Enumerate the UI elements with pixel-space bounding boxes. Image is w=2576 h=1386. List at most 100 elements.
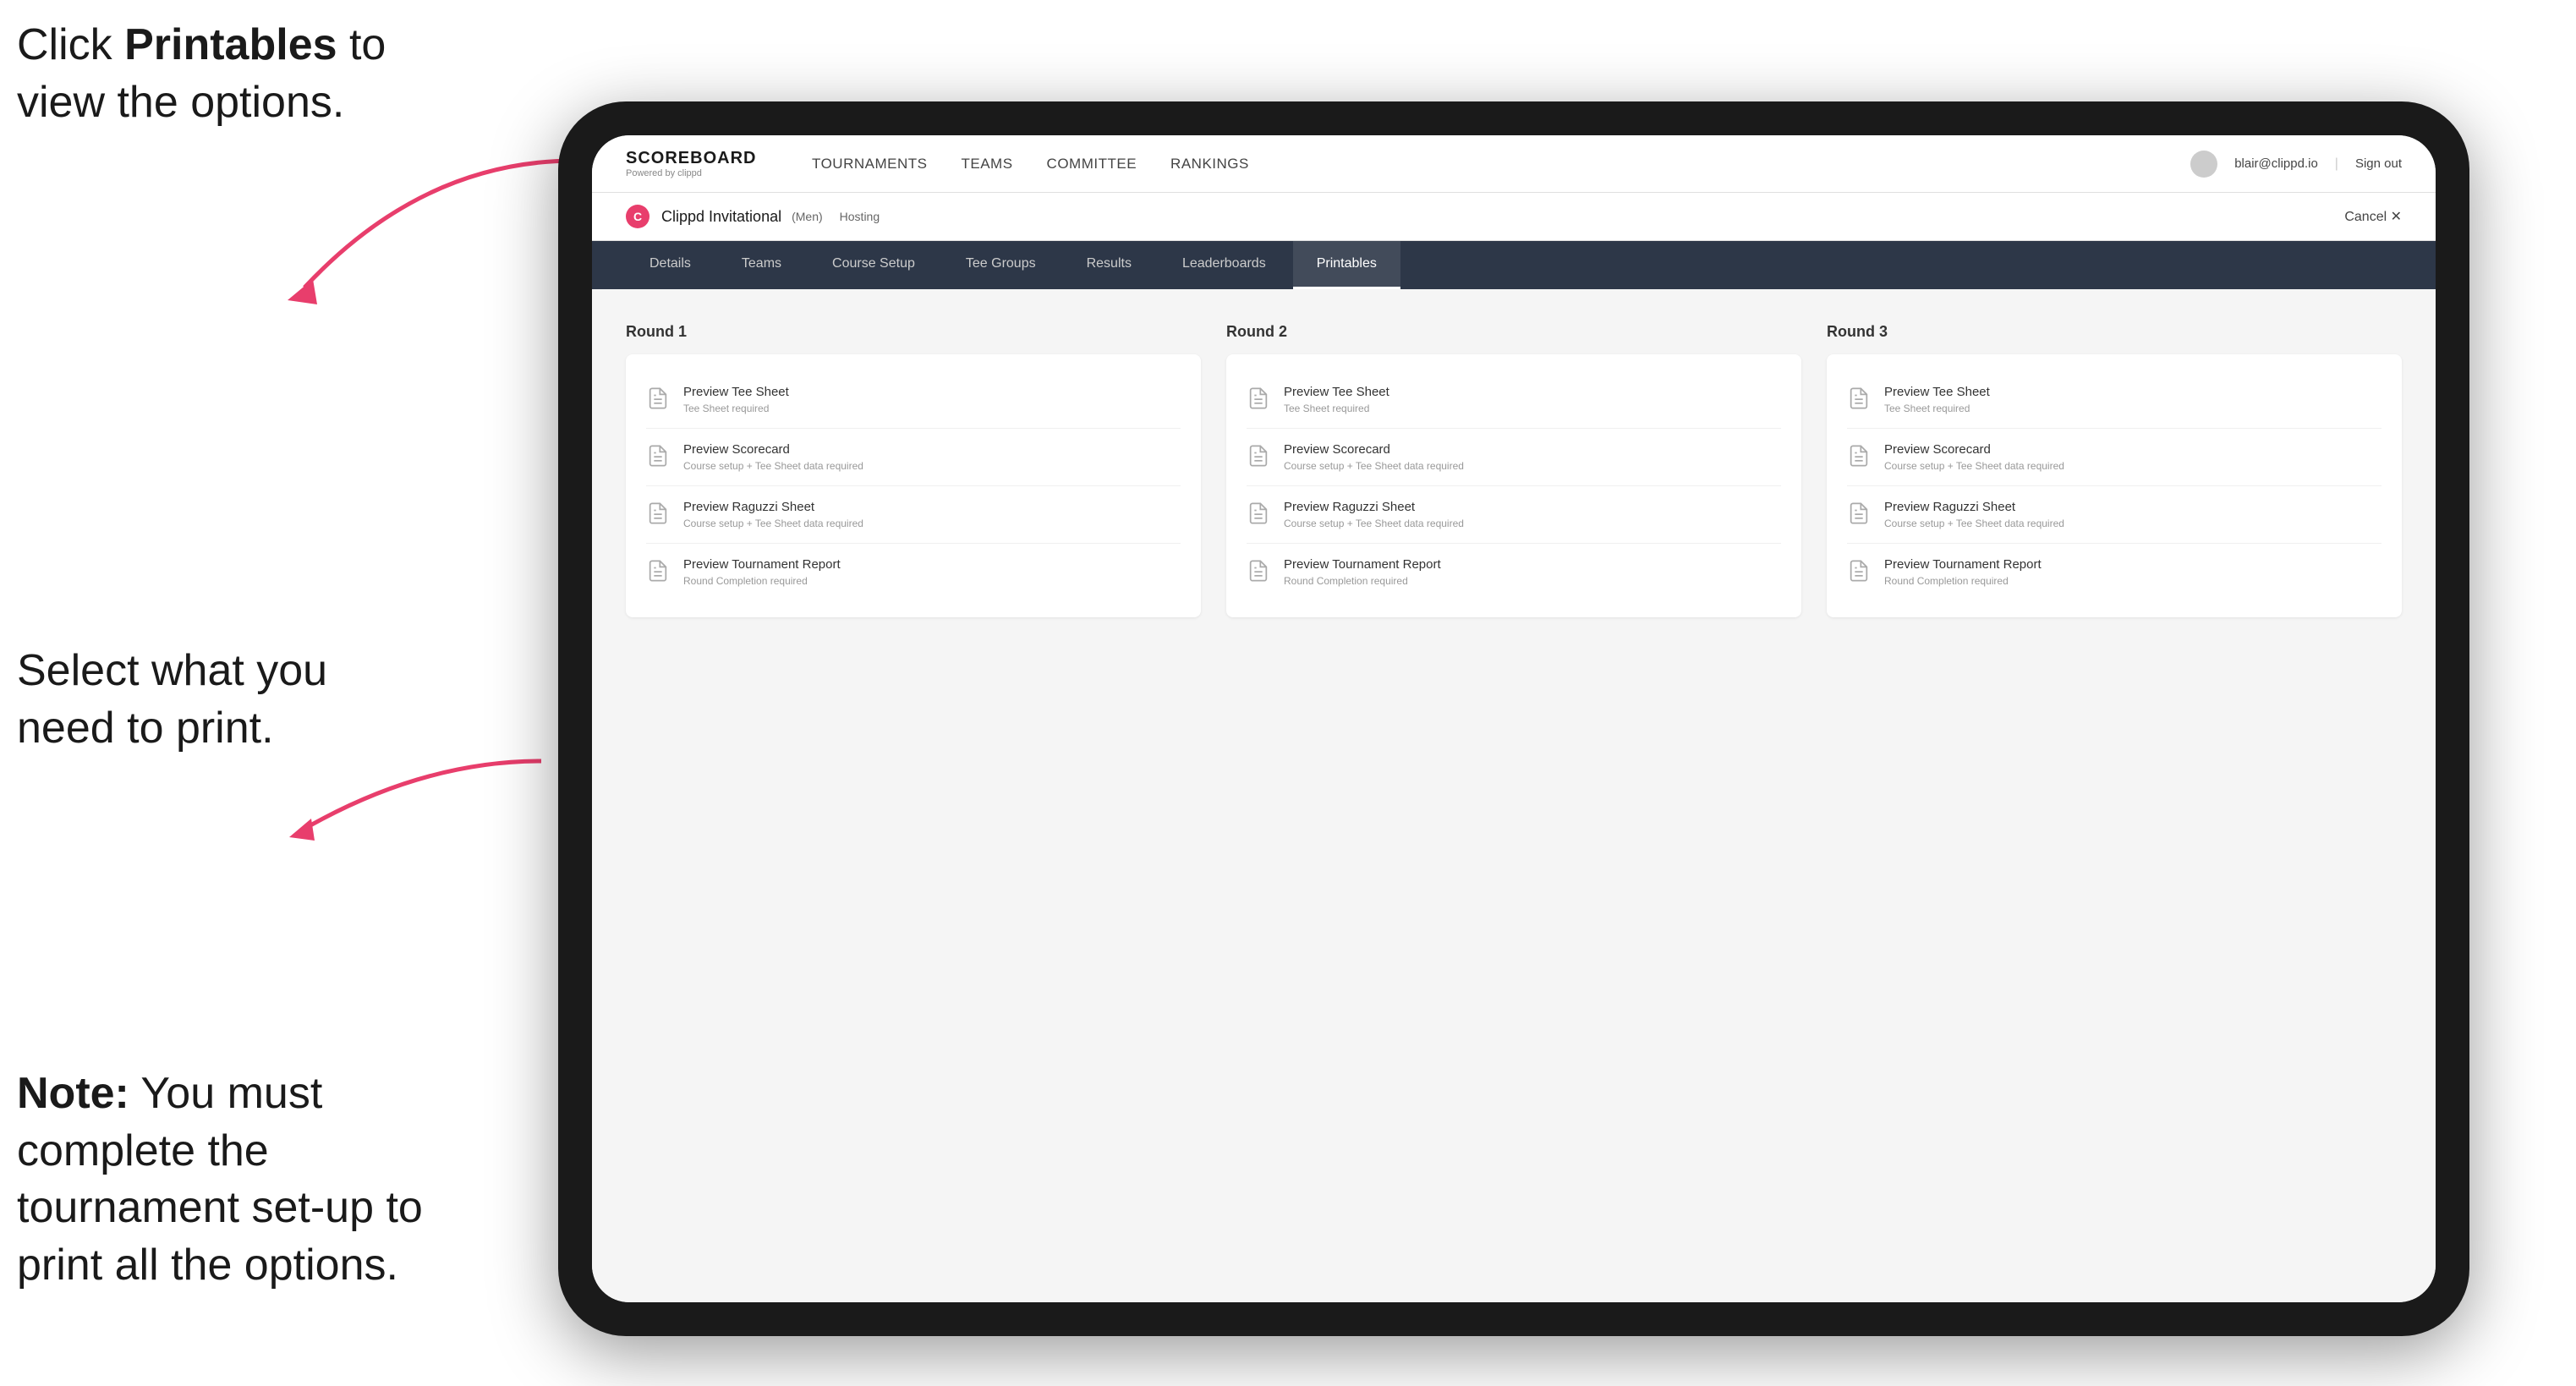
print-item-text: Preview Tournament Report Round Completi… — [683, 557, 841, 587]
arrow-to-printables — [254, 152, 592, 321]
note-bold: Note: — [17, 1069, 129, 1118]
print-item-title: Preview Tournament Report — [683, 557, 841, 572]
nav-tournaments[interactable]: TOURNAMENTS — [812, 151, 927, 178]
round-section-1: Round 1 Preview Tee Sheet Tee Sheet requ… — [626, 323, 1201, 617]
instruction-middle: Select what you need to print. — [17, 643, 327, 757]
print-item-text: Preview Raguzzi Sheet Course setup + Tee… — [683, 500, 863, 529]
print-item-title: Preview Tournament Report — [1884, 557, 2042, 572]
tab-results[interactable]: Results — [1063, 241, 1155, 289]
instruction-top: Click Printables toview the options. — [17, 17, 386, 131]
sub-nav: Details Teams Course Setup Tee Groups Re… — [592, 241, 2436, 289]
instruction-bottom: Note: You must complete the tournament s… — [17, 1066, 491, 1294]
cancel-button[interactable]: Cancel ✕ — [2344, 208, 2402, 225]
nav-committee[interactable]: COMMITTEE — [1047, 151, 1137, 178]
print-item-r3-i4[interactable]: Preview Tournament Report Round Completi… — [1847, 544, 2381, 600]
print-item-sub: Round Completion required — [1884, 575, 2042, 587]
arrow-to-raguzzi — [254, 753, 558, 854]
document-icon — [1847, 559, 1871, 583]
print-item-r3-i1[interactable]: Preview Tee Sheet Tee Sheet required — [1847, 371, 2381, 429]
print-item-r2-i4[interactable]: Preview Tournament Report Round Completi… — [1247, 544, 1781, 600]
print-item-r1-i1[interactable]: Preview Tee Sheet Tee Sheet required — [646, 371, 1181, 429]
document-icon — [646, 444, 670, 468]
top-nav-right: blair@clippd.io | Sign out — [2190, 151, 2402, 178]
print-item-r3-i3[interactable]: Preview Raguzzi Sheet Course setup + Tee… — [1847, 486, 2381, 544]
nav-separator: | — [2335, 156, 2338, 172]
document-icon — [1847, 444, 1871, 468]
document-icon — [1847, 386, 1871, 410]
print-item-text: Preview Scorecard Course setup + Tee She… — [683, 442, 863, 472]
hosting-badge: Hosting — [840, 210, 880, 223]
scoreboard-title: SCOREBOARD — [626, 149, 761, 168]
tab-course-setup[interactable]: Course Setup — [808, 241, 939, 289]
sign-out-link[interactable]: Sign out — [2355, 156, 2402, 171]
print-item-title: Preview Raguzzi Sheet — [1884, 500, 2064, 514]
print-item-sub: Course setup + Tee Sheet data required — [1884, 460, 2064, 472]
print-item-text: Preview Tee Sheet Tee Sheet required — [1284, 385, 1389, 414]
print-item-sub: Round Completion required — [683, 575, 841, 587]
print-item-title: Preview Raguzzi Sheet — [683, 500, 863, 514]
print-item-title: Preview Scorecard — [683, 442, 863, 457]
print-item-r1-i3[interactable]: Preview Raguzzi Sheet Course setup + Tee… — [646, 486, 1181, 544]
tournament-tag: (Men) — [792, 210, 823, 223]
tab-tee-groups[interactable]: Tee Groups — [942, 241, 1060, 289]
print-item-text: Preview Tee Sheet Tee Sheet required — [1884, 385, 1990, 414]
print-item-r1-i2[interactable]: Preview Scorecard Course setup + Tee She… — [646, 429, 1181, 486]
print-item-r3-i2[interactable]: Preview Scorecard Course setup + Tee She… — [1847, 429, 2381, 486]
print-item-title: Preview Tee Sheet — [1884, 385, 1990, 399]
document-icon — [646, 386, 670, 410]
printables-bold: Printables — [124, 20, 337, 69]
document-icon — [646, 559, 670, 583]
nav-rankings[interactable]: RANKINGS — [1170, 151, 1249, 178]
round-card-2: Preview Tee Sheet Tee Sheet required Pre… — [1226, 354, 1801, 617]
print-item-r2-i2[interactable]: Preview Scorecard Course setup + Tee She… — [1247, 429, 1781, 486]
instruction-middle-line2: need to print. — [17, 704, 274, 753]
print-item-sub: Tee Sheet required — [683, 403, 789, 414]
document-icon — [646, 501, 670, 525]
instruction-middle-line1: Select what you — [17, 646, 327, 695]
main-content: Round 1 Preview Tee Sheet Tee Sheet requ… — [592, 289, 2436, 1302]
nav-teams[interactable]: TEAMS — [961, 151, 1012, 178]
print-item-text: Preview Tournament Report Round Completi… — [1284, 557, 1441, 587]
tournament-name: Clippd Invitational — [661, 208, 781, 226]
document-icon — [1247, 501, 1270, 525]
round-title-2: Round 2 — [1226, 323, 1801, 341]
document-icon — [1247, 386, 1270, 410]
tab-teams[interactable]: Teams — [718, 241, 805, 289]
tournament-logo: C — [626, 205, 649, 228]
tab-details[interactable]: Details — [626, 241, 715, 289]
print-item-title: Preview Tee Sheet — [683, 385, 789, 399]
print-item-sub: Course setup + Tee Sheet data required — [1884, 518, 2064, 529]
round-title-3: Round 3 — [1827, 323, 2402, 341]
tablet-frame: SCOREBOARD Powered by clippd TOURNAMENTS… — [558, 101, 2469, 1336]
print-item-sub: Course setup + Tee Sheet data required — [683, 460, 863, 472]
print-item-text: Preview Scorecard Course setup + Tee She… — [1284, 442, 1464, 472]
user-avatar — [2190, 151, 2217, 178]
print-item-sub: Tee Sheet required — [1284, 403, 1389, 414]
top-nav-items: TOURNAMENTS TEAMS COMMITTEE RANKINGS — [812, 151, 2140, 178]
round-section-3: Round 3 Preview Tee Sheet Tee Sheet requ… — [1827, 323, 2402, 617]
print-item-text: Preview Tournament Report Round Completi… — [1884, 557, 2042, 587]
tab-printables[interactable]: Printables — [1293, 241, 1400, 289]
round-section-2: Round 2 Preview Tee Sheet Tee Sheet requ… — [1226, 323, 1801, 617]
tab-leaderboards[interactable]: Leaderboards — [1159, 241, 1290, 289]
print-item-text: Preview Raguzzi Sheet Course setup + Tee… — [1284, 500, 1464, 529]
print-item-title: Preview Tee Sheet — [1284, 385, 1389, 399]
print-item-r2-i1[interactable]: Preview Tee Sheet Tee Sheet required — [1247, 371, 1781, 429]
scoreboard-sub: Powered by clippd — [626, 168, 761, 178]
print-item-sub: Round Completion required — [1284, 575, 1441, 587]
document-icon — [1247, 444, 1270, 468]
print-item-title: Preview Raguzzi Sheet — [1284, 500, 1464, 514]
print-item-title: Preview Scorecard — [1884, 442, 2064, 457]
print-item-title: Preview Scorecard — [1284, 442, 1464, 457]
round-title-1: Round 1 — [626, 323, 1201, 341]
user-email: blair@clippd.io — [2234, 156, 2318, 171]
document-icon — [1847, 501, 1871, 525]
tournament-bar: C Clippd Invitational (Men) Hosting Canc… — [592, 193, 2436, 241]
print-item-r2-i3[interactable]: Preview Raguzzi Sheet Course setup + Tee… — [1247, 486, 1781, 544]
print-item-sub: Course setup + Tee Sheet data required — [1284, 460, 1464, 472]
top-nav: SCOREBOARD Powered by clippd TOURNAMENTS… — [592, 135, 2436, 193]
rounds-grid: Round 1 Preview Tee Sheet Tee Sheet requ… — [626, 323, 2402, 617]
print-item-r1-i4[interactable]: Preview Tournament Report Round Completi… — [646, 544, 1181, 600]
print-item-text: Preview Scorecard Course setup + Tee She… — [1884, 442, 2064, 472]
print-item-text: Preview Raguzzi Sheet Course setup + Tee… — [1884, 500, 2064, 529]
